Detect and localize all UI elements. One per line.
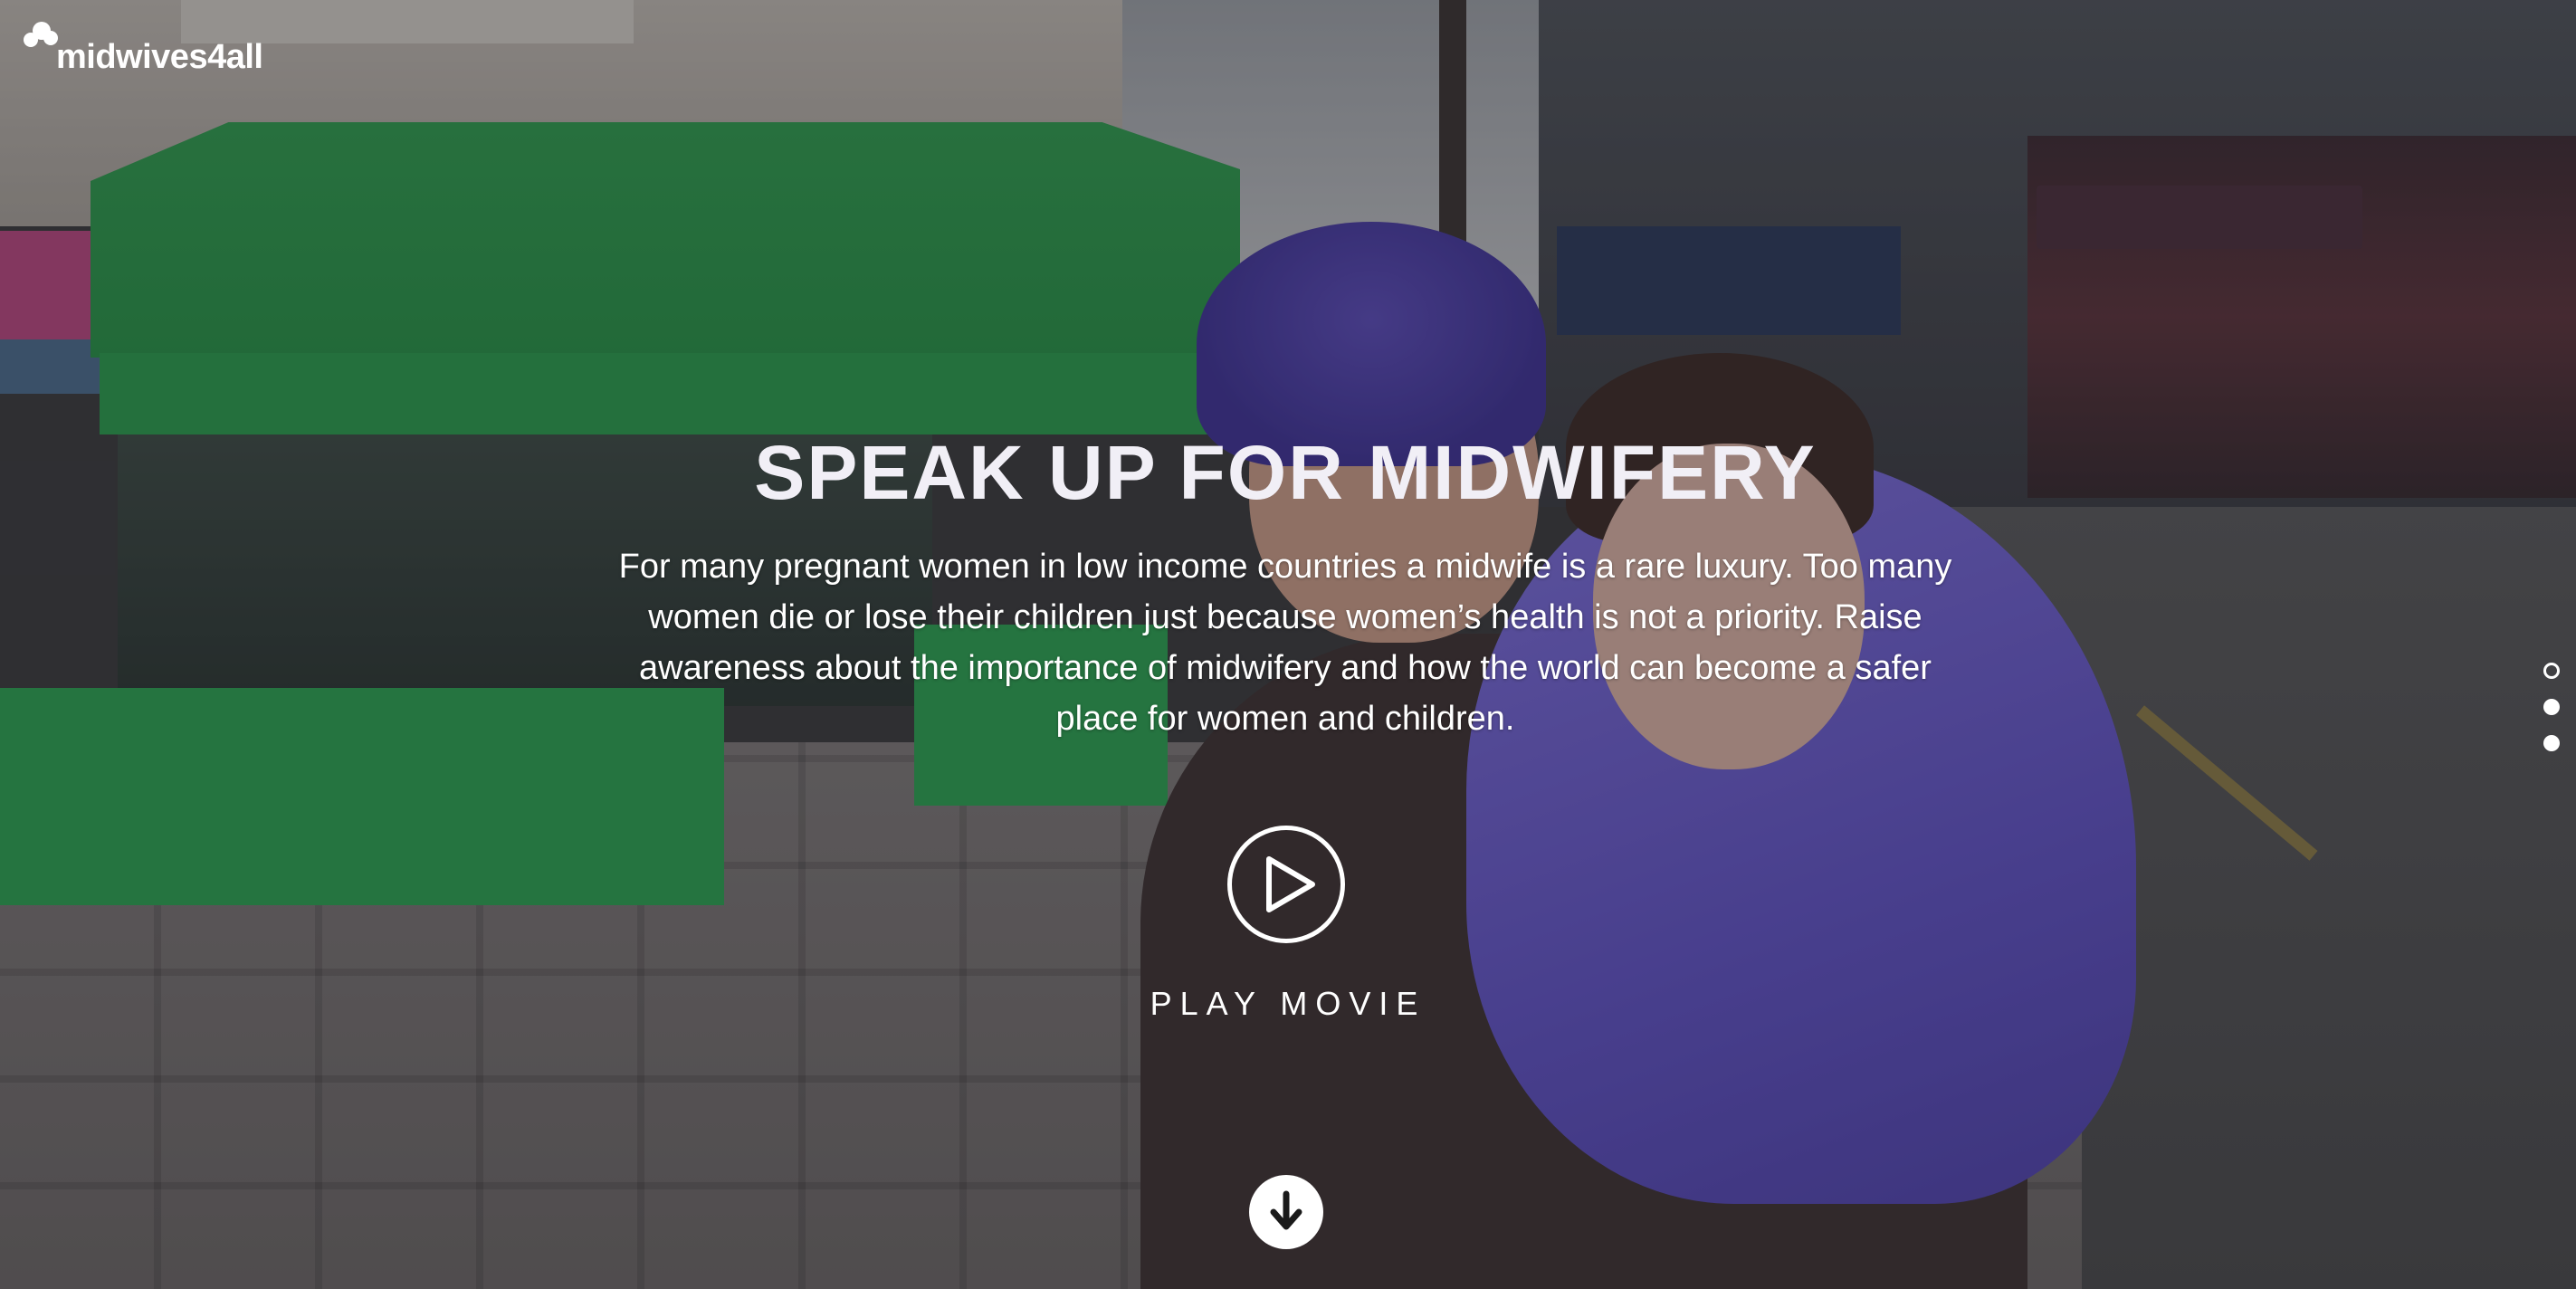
hero-title: SPEAK UP FOR MIDWIFERY	[754, 430, 1817, 515]
play-icon	[1266, 856, 1315, 912]
page: midwives4all SPEAK UP FOR MIDWIFERY For …	[0, 0, 2576, 1289]
play-movie-label[interactable]: PLAY MOVIE	[1107, 985, 1469, 1023]
brand-logo[interactable]: midwives4all	[24, 22, 263, 76]
pagination-dot-1[interactable]	[2543, 663, 2560, 679]
pagination-dot-3[interactable]	[2543, 735, 2560, 751]
arrow-down-icon	[1270, 1190, 1302, 1230]
scroll-down-button[interactable]	[1249, 1175, 1323, 1249]
hero-description: For many pregnant women in low income co…	[618, 548, 1952, 738]
hero: SPEAK UP FOR MIDWIFERY For many pregnant…	[543, 434, 2027, 744]
logo-text: midwives4all	[56, 38, 263, 76]
section-pagination	[2543, 663, 2560, 751]
play-movie-button[interactable]	[1227, 826, 1345, 943]
pagination-dot-2[interactable]	[2543, 699, 2560, 715]
logo-bubbles-icon	[24, 22, 60, 53]
